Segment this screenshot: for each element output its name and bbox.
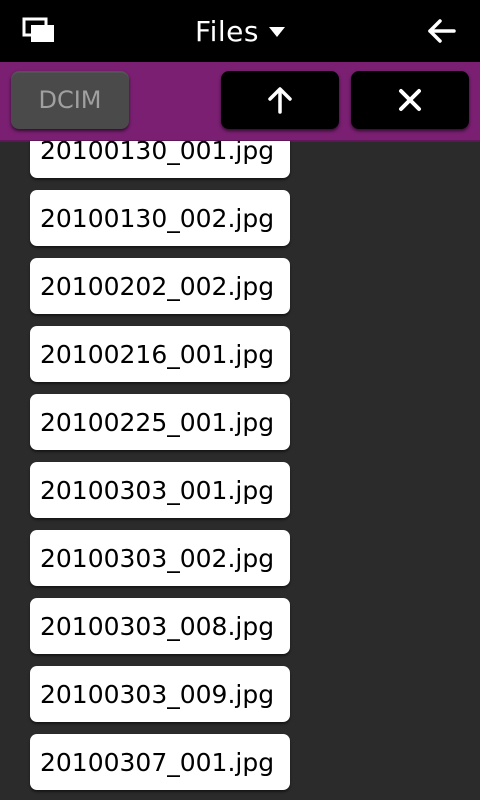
file-item[interactable]: 20100303_002.jpg (30, 530, 290, 586)
dropdown-caret-icon (268, 27, 285, 37)
file-item[interactable]: 20100130_001.jpg (30, 141, 290, 178)
file-list: 20100130_001.jpg 20100130_002.jpg 201002… (30, 141, 290, 800)
file-name: 20100303_002.jpg (40, 543, 275, 573)
up-arrow-icon (268, 87, 292, 114)
current-folder-label: DCIM (38, 86, 102, 114)
close-button[interactable] (351, 71, 469, 129)
task-switcher-icon[interactable] (22, 16, 58, 46)
file-item[interactable]: 20100202_002.jpg (30, 258, 290, 314)
file-name: 20100130_002.jpg (40, 203, 275, 233)
title-menu-button[interactable]: Files (195, 15, 285, 48)
file-name: 20100307_001.jpg (40, 747, 275, 777)
back-arrow-icon[interactable] (424, 14, 458, 48)
file-item[interactable]: 20100225_001.jpg (30, 394, 290, 450)
page-title: Files (195, 14, 259, 48)
file-name: 20100130_001.jpg (40, 141, 275, 165)
current-folder-button: DCIM (11, 71, 129, 129)
toolbar: DCIM (0, 62, 480, 142)
file-item[interactable]: 20100307_001.jpg (30, 734, 290, 790)
file-browser-screen: Files DCIM 20100130_001.jpg 20100130_002… (0, 0, 480, 800)
file-name: 20100216_001.jpg (40, 339, 275, 369)
file-name: 20100303_009.jpg (40, 679, 275, 709)
file-item[interactable]: 20100303_001.jpg (30, 462, 290, 518)
title-bar: Files (0, 0, 480, 62)
parent-folder-button[interactable] (221, 71, 339, 129)
file-item[interactable]: 20100130_002.jpg (30, 190, 290, 246)
file-item[interactable]: 20100303_009.jpg (30, 666, 290, 722)
file-item[interactable]: 20100303_008.jpg (30, 598, 290, 654)
file-name: 20100303_001.jpg (40, 475, 275, 505)
file-name: 20100303_008.jpg (40, 611, 275, 641)
file-item[interactable]: 20100216_001.jpg (30, 326, 290, 382)
file-name: 20100225_001.jpg (40, 407, 275, 437)
close-icon (399, 89, 421, 111)
file-list-viewport[interactable]: 20100130_001.jpg 20100130_002.jpg 201002… (0, 141, 480, 800)
file-name: 20100202_002.jpg (40, 271, 275, 301)
